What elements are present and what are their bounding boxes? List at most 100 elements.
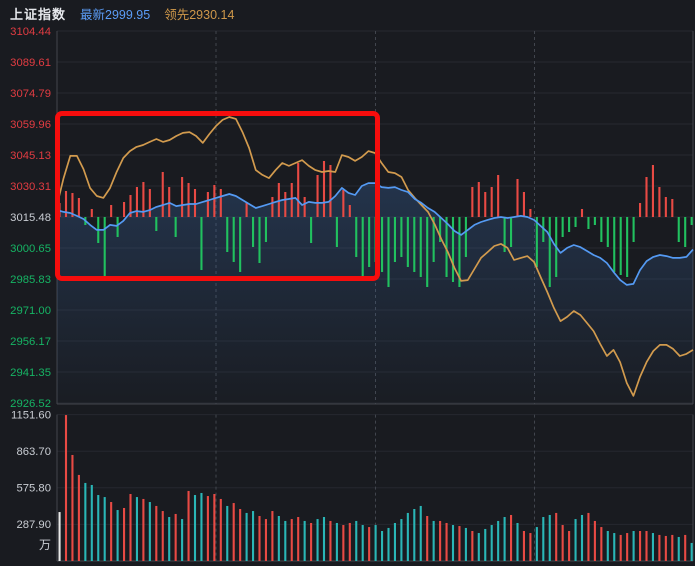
volume-bar (226, 506, 228, 561)
volume-bar (381, 531, 383, 561)
delta-bar-up (271, 197, 273, 217)
volume-bar (142, 499, 144, 561)
delta-bar-down (691, 217, 693, 225)
delta-bar-up (639, 203, 641, 217)
delta-bar-down (594, 217, 596, 225)
volume-axis-label: 1151.60 (11, 409, 51, 421)
volume-bar (323, 517, 325, 561)
volume-bar (413, 509, 415, 561)
volume-bar (452, 525, 454, 561)
volume-bar (355, 521, 357, 561)
delta-bar-down (265, 217, 267, 242)
chart-canvas[interactable]: 3104.443089.613074.793059.963045.133030.… (0, 0, 695, 566)
delta-bar-up (342, 190, 344, 217)
y-axis-label: 2985.83 (10, 274, 51, 286)
volume-bar (117, 510, 119, 561)
delta-bar-up (297, 163, 299, 217)
delta-bar-up (665, 197, 667, 217)
volume-bar (555, 513, 557, 561)
delta-bar-up (136, 187, 138, 217)
volume-bar (207, 496, 209, 561)
delta-bar-down (587, 217, 589, 229)
volume-bar (671, 535, 673, 561)
volume-bar (129, 494, 131, 561)
volume-bar (458, 526, 460, 561)
delta-bar-up (658, 187, 660, 217)
volume-bar (97, 495, 99, 561)
volume-bar (400, 519, 402, 561)
index-title: 上证指数 (10, 4, 66, 23)
delta-bar-down (400, 217, 402, 257)
volume-axis-label: 863.70 (16, 446, 51, 458)
volume-axis-label: 287.90 (16, 519, 51, 531)
volume-bar (607, 531, 609, 561)
delta-bar-up (671, 199, 673, 217)
volume-bar (471, 531, 473, 561)
volume-bar (304, 521, 306, 561)
delta-bar-down (362, 217, 364, 277)
volume-bar (181, 519, 183, 561)
volume-bar (420, 506, 422, 561)
volume-bar (349, 523, 351, 561)
volume-bar (162, 511, 164, 561)
y-axis-label: 3015.48 (10, 212, 51, 224)
delta-bar-up (168, 187, 170, 217)
delta-bar-down (104, 217, 106, 278)
delta-bar-up (149, 189, 151, 217)
delta-bar-down (452, 217, 454, 282)
delta-bar-down (465, 217, 467, 257)
volume-bar (278, 516, 280, 561)
y-axis-label: 3104.44 (10, 26, 51, 38)
delta-bar-down (510, 217, 512, 247)
y-axis-label: 2956.17 (10, 336, 51, 348)
y-axis-label: 3030.31 (10, 181, 51, 193)
delta-bar-up (78, 198, 80, 217)
delta-bar-up (207, 192, 209, 217)
volume-bar (542, 517, 544, 561)
volume-bar (123, 508, 125, 561)
delta-bar-up (123, 202, 125, 217)
delta-bar-up (516, 179, 518, 217)
delta-bar-down (394, 217, 396, 262)
volume-bar (568, 531, 570, 561)
volume-bar (549, 515, 551, 561)
volume-bar (652, 533, 654, 561)
delta-bar-down (175, 217, 177, 237)
volume-axis-label: 575.80 (16, 483, 51, 495)
volume-bar (297, 517, 299, 561)
delta-bar-down (368, 217, 370, 267)
volume-bar (239, 509, 241, 561)
delta-bar-up (284, 192, 286, 217)
latest-value: 2999.95 (105, 8, 150, 22)
volume-bar (110, 502, 112, 561)
delta-bar-up (291, 183, 293, 217)
volume-bar (168, 517, 170, 561)
volume-bar (426, 516, 428, 561)
latest-label: 最新 (80, 8, 105, 22)
volume-bar (536, 527, 538, 561)
delta-bar-down (684, 217, 686, 247)
volume-bar (645, 531, 647, 561)
y-axis-label: 3074.79 (10, 88, 51, 100)
volume-bar (258, 516, 260, 561)
delta-bar-down (600, 217, 602, 242)
latest-price: 最新2999.95 (80, 4, 150, 23)
volume-bar (368, 527, 370, 561)
volume-bar (317, 519, 319, 561)
delta-bar-down (607, 217, 609, 247)
volume-bar (149, 502, 151, 561)
volume-bar (200, 493, 202, 561)
delta-bar-down (226, 217, 228, 252)
volume-bar (213, 494, 215, 561)
y-axis-label: 3059.96 (10, 119, 51, 131)
delta-bar-down (613, 217, 615, 272)
volume-bar (136, 497, 138, 561)
volume-bar (175, 514, 177, 561)
y-axis-label: 3000.65 (10, 243, 51, 255)
volume-bar (284, 521, 286, 561)
delta-bar-up (349, 205, 351, 217)
y-axis-label: 3045.13 (10, 150, 51, 162)
delta-bar-down (626, 217, 628, 277)
volume-bar (252, 511, 254, 561)
volume-bar (504, 517, 506, 561)
